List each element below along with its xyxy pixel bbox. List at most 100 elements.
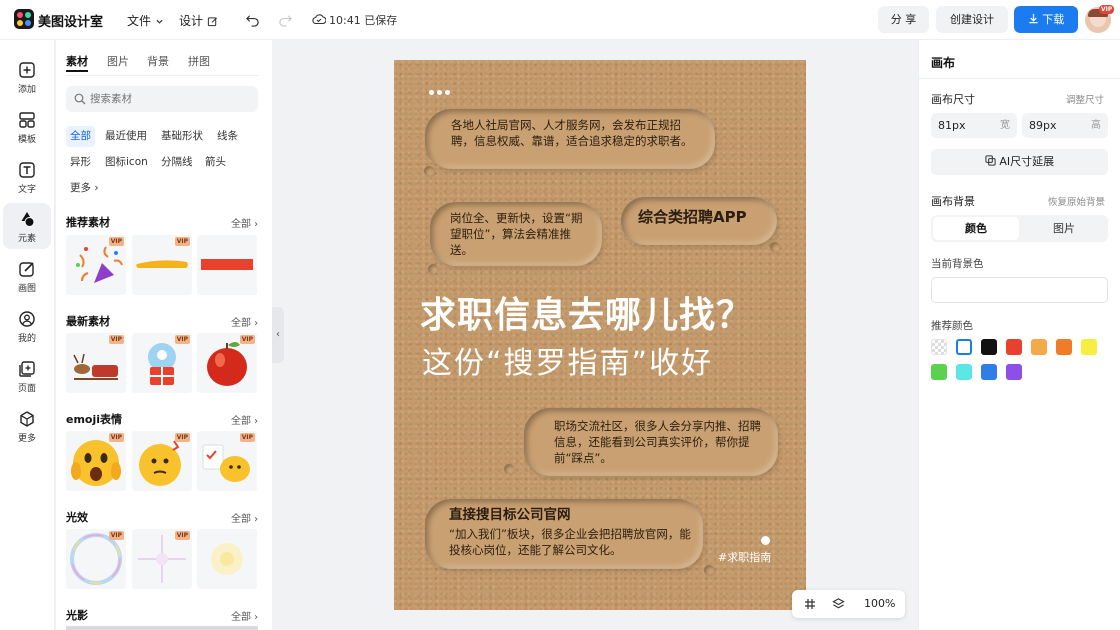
ai-resize-icon <box>985 155 996 166</box>
asset-checklist-chick[interactable]: VIP <box>197 431 257 491</box>
swatch-purple[interactable] <box>1006 364 1022 380</box>
share-button[interactable]: 分 享 <box>878 6 929 33</box>
swatch-orange[interactable] <box>1056 339 1072 355</box>
sidebar-item-draw[interactable]: 画图 <box>3 253 51 299</box>
chip-basic-shapes[interactable]: 基础形状 <box>157 126 207 147</box>
speech-bubble[interactable]: 综合类招聘APP <box>621 197 777 245</box>
swatch-white[interactable] <box>956 339 972 355</box>
swatch-green[interactable] <box>931 364 947 380</box>
asset-shocked-emoji[interactable]: VIP <box>66 431 126 491</box>
asset-thinking-emoji[interactable]: VIP <box>132 431 192 491</box>
poster-hashtag[interactable]: #求职指南 <box>718 549 771 565</box>
sidebar-item-templates[interactable]: 模板 <box>3 104 51 150</box>
chip-lines[interactable]: 线条 <box>213 126 242 147</box>
app-name: 美图设计室 <box>38 15 104 30</box>
chip-all[interactable]: 全部 <box>66 126 95 147</box>
plus-square-icon <box>19 62 35 78</box>
asset-reindeer-sleigh[interactable]: VIP <box>66 333 126 393</box>
create-design-button[interactable]: 创建设计 <box>936 6 1008 33</box>
section-all-label: 全部 <box>231 514 251 525</box>
design-menu[interactable]: 设计 <box>179 12 218 29</box>
sidebar-item-pages[interactable]: 页面 <box>3 353 51 399</box>
swatch-light-orange[interactable] <box>1031 339 1047 355</box>
poster-subline[interactable]: 这份“搜罗指南”收好 <box>422 338 713 382</box>
asset-party-popper[interactable]: VIP <box>66 235 126 295</box>
layers-icon[interactable] <box>832 597 845 610</box>
speech-bubble[interactable]: 职场交流社区，很多人会分享内推、招聘信息，还能看到公司真实评价，帮你提前“踩点”… <box>524 408 778 476</box>
canvas-size-label: 画布尺寸 <box>931 93 975 106</box>
chip-irregular[interactable]: 异形 <box>66 152 95 173</box>
swatch-black[interactable] <box>981 339 997 355</box>
section-all-label: 全部 <box>231 416 251 427</box>
search-box[interactable] <box>66 86 258 112</box>
sidebar-item-text[interactable]: 文字 <box>3 154 51 200</box>
chip-recent[interactable]: 最近使用 <box>101 126 151 147</box>
asset-red-bar[interactable] <box>197 235 257 295</box>
tab-image[interactable]: 图片 <box>1021 217 1107 240</box>
section-all-link[interactable]: 全部 › <box>231 215 258 230</box>
sidebar-item-more[interactable]: 更多 <box>3 403 51 449</box>
design-canvas[interactable]: 各地人社局官网、人才服务网，会发布正规招聘，信息权威、靠谱，适合追求稳定的求职者… <box>394 60 806 610</box>
tab-backgrounds[interactable]: 背景 <box>147 53 169 69</box>
speech-bubble[interactable]: 岗位全、更新快，设置“期望职位”，算法会精准推送。 <box>430 202 602 266</box>
restore-bg-link[interactable]: 恢复原始背景 <box>1048 194 1105 208</box>
asset-snow-globe[interactable]: VIP <box>132 333 192 393</box>
zoom-toolbar: 100% <box>792 590 905 618</box>
tab-materials[interactable]: 素材 <box>66 53 88 69</box>
redo-icon[interactable] <box>278 12 293 27</box>
current-bg-label: 当前背景色 <box>931 258 984 270</box>
sidebar-item-mine[interactable]: 我的 <box>3 303 51 349</box>
swatch-blue[interactable] <box>981 364 997 380</box>
tab-collage[interactable]: 拼图 <box>188 53 210 69</box>
tab-color[interactable]: 颜色 <box>933 217 1019 240</box>
sidebar-item-add[interactable]: 添加 <box>3 54 51 100</box>
poster-headline[interactable]: 求职信息去哪儿找？ <box>420 286 753 338</box>
resize-link[interactable]: 调整尺寸 <box>1066 92 1104 106</box>
asset-bubble-ring[interactable]: VIP <box>66 529 126 589</box>
properties-panel: 画布 画布尺寸 调整尺寸 81px 宽 89px 高 AI尺寸延展 画布背景 恢… <box>918 40 1120 630</box>
glow-icon <box>211 543 243 575</box>
grid-icon[interactable] <box>804 598 816 610</box>
download-button[interactable]: 下载 <box>1014 6 1078 33</box>
speech-bubble[interactable]: 各地人社局官网、人才服务网，会发布正规招聘，信息权威、靠谱，适合追求稳定的求职者… <box>425 109 715 169</box>
sidebar-item-elements[interactable]: 元素 <box>3 203 51 249</box>
shapes-icon <box>21 212 35 227</box>
chip-arrows[interactable]: 箭头 <box>201 152 230 173</box>
height-field[interactable]: 89px 高 <box>1022 113 1108 138</box>
chip-dividers[interactable]: 分隔线 <box>157 152 197 173</box>
section-all-link[interactable]: 全部 › <box>231 314 258 329</box>
asset-brush-stroke[interactable]: VIP <box>132 235 192 295</box>
section-all-link[interactable]: 全部 › <box>231 608 258 623</box>
section-all-link[interactable]: 全部 › <box>231 510 258 525</box>
current-bg-color[interactable] <box>931 277 1108 303</box>
swatch-yellow[interactable] <box>1081 339 1097 355</box>
template-icon <box>19 112 35 128</box>
app-logo[interactable] <box>14 9 34 29</box>
sidebar-item-label: 添加 <box>17 85 36 95</box>
asset-star-flare[interactable]: VIP <box>132 529 192 589</box>
chip-icons[interactable]: 图标icon <box>101 152 152 173</box>
swatch-cyan[interactable] <box>956 364 972 380</box>
bubble-tail <box>704 565 714 575</box>
bubble-tail <box>770 242 780 252</box>
chip-more[interactable]: 更多 › <box>66 178 103 199</box>
speech-bubble[interactable]: 直接搜目标公司官网 “加入我们”板块，很多企业会把招聘放官网，能投核心岗位，还能… <box>425 499 703 569</box>
vip-badge: VIP <box>108 237 124 246</box>
width-field[interactable]: 81px 宽 <box>931 113 1017 138</box>
file-menu[interactable]: 文件 <box>127 12 164 29</box>
tab-images[interactable]: 图片 <box>107 53 129 69</box>
undo-icon[interactable] <box>245 12 260 27</box>
bubble-tail <box>424 166 434 176</box>
asset-red-apple[interactable]: VIP <box>197 333 257 393</box>
search-input[interactable] <box>90 90 250 108</box>
draw-icon <box>19 262 34 277</box>
bubble-title: 综合类招聘APP <box>638 208 747 226</box>
swatch-transparent[interactable] <box>931 339 947 355</box>
section-preview-strip <box>66 626 258 630</box>
zoom-level[interactable]: 100% <box>864 597 895 610</box>
collapse-panel-button[interactable]: ‹ <box>272 307 284 363</box>
swatch-red[interactable] <box>1006 339 1022 355</box>
asset-glow[interactable] <box>197 529 257 589</box>
ai-extend-button[interactable]: AI尺寸延展 <box>931 149 1108 175</box>
section-all-link[interactable]: 全部 › <box>231 412 258 427</box>
